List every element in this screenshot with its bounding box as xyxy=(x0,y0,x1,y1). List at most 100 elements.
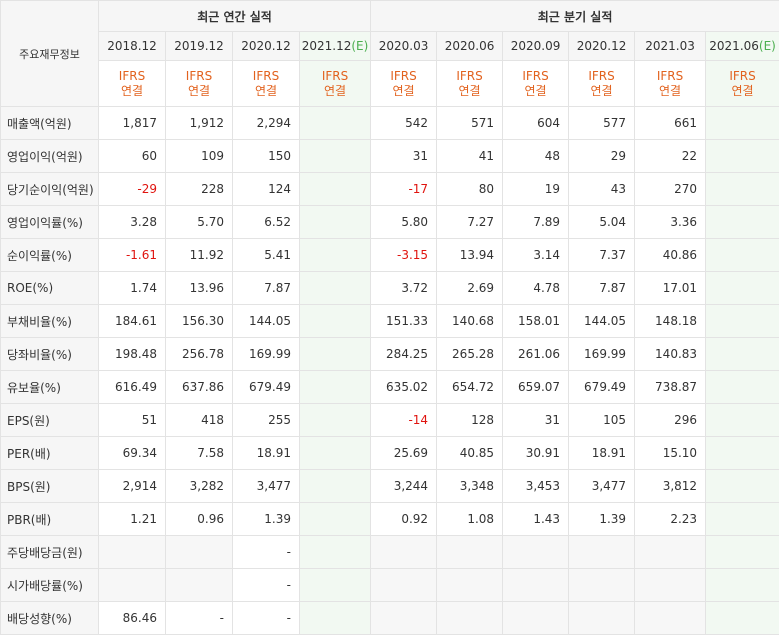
table-cell xyxy=(98,535,166,569)
ifrs-line1: IFRS xyxy=(522,68,549,83)
table-cell: 1.39 xyxy=(568,502,636,536)
table-row: 영업이익률(%) 3.28 5.70 6.52 5.80 7.27 7.89 5.04 3.36 xyxy=(0,205,779,239)
table-cell: 3,348 xyxy=(436,469,504,503)
table-cell xyxy=(436,535,504,569)
table-cell: 25.69 xyxy=(370,436,438,470)
table-cell xyxy=(705,139,779,173)
table-cell: 5.70 xyxy=(165,205,233,239)
table-cell: 604 xyxy=(502,106,570,140)
table-row: 시가배당률(%) - xyxy=(0,568,779,602)
table-cell: 635.02 xyxy=(370,370,438,404)
table-cell: 151.33 xyxy=(370,304,438,338)
table-cell: 659.07 xyxy=(502,370,570,404)
ifrs-badge: IFRS 연결 xyxy=(98,60,166,107)
table-cell xyxy=(298,601,372,635)
row-label: 당좌비율(%) xyxy=(0,337,99,371)
table-cell xyxy=(502,535,570,569)
table-row: 당좌비율(%) 198.48 256.78 169.99 284.25 265.28 261… xyxy=(0,337,779,371)
table-cell: 3,453 xyxy=(502,469,570,503)
ifrs-badge: IFRS 연결 xyxy=(634,60,707,107)
period-header: 2018.12 xyxy=(98,31,166,61)
table-cell: 18.91 xyxy=(232,436,300,470)
table-cell xyxy=(298,205,372,239)
table-cell: 3,282 xyxy=(165,469,233,503)
table-cell xyxy=(705,172,779,206)
table-cell: 7.27 xyxy=(436,205,504,239)
table-cell: 109 xyxy=(165,139,233,173)
table-cell: 144.05 xyxy=(232,304,300,338)
table-cell: 158.01 xyxy=(502,304,570,338)
table-cell xyxy=(298,370,372,404)
table-cell: 40.85 xyxy=(436,436,504,470)
table-row: EPS(원) 51 418 255 -14 128 31 105 296 xyxy=(0,403,779,437)
table-cell: 296 xyxy=(634,403,707,437)
table-cell: 144.05 xyxy=(568,304,636,338)
row-label: 시가배당률(%) xyxy=(0,568,99,602)
table-cell: 30.91 xyxy=(502,436,570,470)
table-cell: 19 xyxy=(502,172,570,206)
table-cell: 1.74 xyxy=(98,271,166,305)
ifrs-line1: IFRS xyxy=(252,68,280,83)
table-cell: 1.21 xyxy=(98,502,166,536)
table-cell: 80 xyxy=(436,172,504,206)
table-cell: -29 xyxy=(98,172,166,206)
table-row: PER(배) 69.34 7.58 18.91 25.69 40.85 30.91 18.91… xyxy=(0,436,779,470)
table-cell: 679.49 xyxy=(568,370,636,404)
table-cell: 128 xyxy=(436,403,504,437)
table-cell: 418 xyxy=(165,403,233,437)
ifrs-line2: 연결 xyxy=(659,83,682,98)
table-cell xyxy=(705,106,779,140)
ifrs-badge: IFRS 연결 xyxy=(298,60,372,107)
ifrs-line2: 연결 xyxy=(731,83,754,98)
period-header: 2019.12 xyxy=(165,31,233,61)
table-cell: 7.87 xyxy=(568,271,636,305)
table-cell xyxy=(298,502,372,536)
table-cell: 124 xyxy=(232,172,300,206)
table-cell: 41 xyxy=(436,139,504,173)
table-cell: 3.72 xyxy=(370,271,438,305)
table-cell: 679.49 xyxy=(232,370,300,404)
table-cell: 31 xyxy=(370,139,438,173)
table-cell xyxy=(568,568,636,602)
table-row: 부채비율(%) 184.61 156.30 144.05 151.33 140.68 158… xyxy=(0,304,779,338)
table-cell: 140.83 xyxy=(634,337,707,371)
table-cell: -3.15 xyxy=(370,238,438,272)
table-cell xyxy=(298,469,372,503)
table-cell xyxy=(298,568,372,602)
row-label: 유보율(%) xyxy=(0,370,99,404)
ifrs-line1: IFRS xyxy=(321,68,349,83)
table-cell: 5.41 xyxy=(232,238,300,272)
table-row: ROE(%) 1.74 13.96 7.87 3.72 2.69 4.78 7.87 17.01 xyxy=(0,271,779,305)
table-cell: 18.91 xyxy=(568,436,636,470)
table-cell: 1.39 xyxy=(232,502,300,536)
row-label: BPS(원) xyxy=(0,469,99,503)
table-row: BPS(원) 2,914 3,282 3,477 3,244 3,348 3,453 3,47… xyxy=(0,469,779,503)
ifrs-badge: IFRS 연결 xyxy=(568,60,636,107)
period-header: 2020.12 xyxy=(568,31,636,61)
table-row: 유보율(%) 616.49 637.86 679.49 635.02 654.72 659.… xyxy=(0,370,779,404)
table-cell: 3.36 xyxy=(634,205,707,239)
table-cell xyxy=(705,535,779,569)
table-cell xyxy=(298,535,372,569)
table-cell: - xyxy=(232,568,300,602)
table-cell: 7.89 xyxy=(502,205,570,239)
table-cell: 577 xyxy=(568,106,636,140)
row-label: 당기순이익(억원) xyxy=(0,172,99,206)
table-cell xyxy=(568,601,636,635)
row-label: EPS(원) xyxy=(0,403,99,437)
table-cell: 148.18 xyxy=(634,304,707,338)
table-cell xyxy=(370,568,438,602)
table-cell: 43 xyxy=(568,172,636,206)
table-cell: 4.78 xyxy=(502,271,570,305)
table-cell: 284.25 xyxy=(370,337,438,371)
table-cell: 0.92 xyxy=(370,502,438,536)
table-cell: - xyxy=(232,601,300,635)
table-cell: 2,914 xyxy=(98,469,166,503)
ifrs-badge: IFRS 연결 xyxy=(705,60,779,107)
table-cell: 184.61 xyxy=(98,304,166,338)
table-row: 순이익률(%) -1.61 11.92 5.41 -3.15 13.94 3.14 7.37 4… xyxy=(0,238,779,272)
ifrs-line1: IFRS xyxy=(390,68,417,83)
table-cell xyxy=(98,568,166,602)
table-cell: 40.86 xyxy=(634,238,707,272)
table-row: 주당배당금(원) - xyxy=(0,535,779,569)
